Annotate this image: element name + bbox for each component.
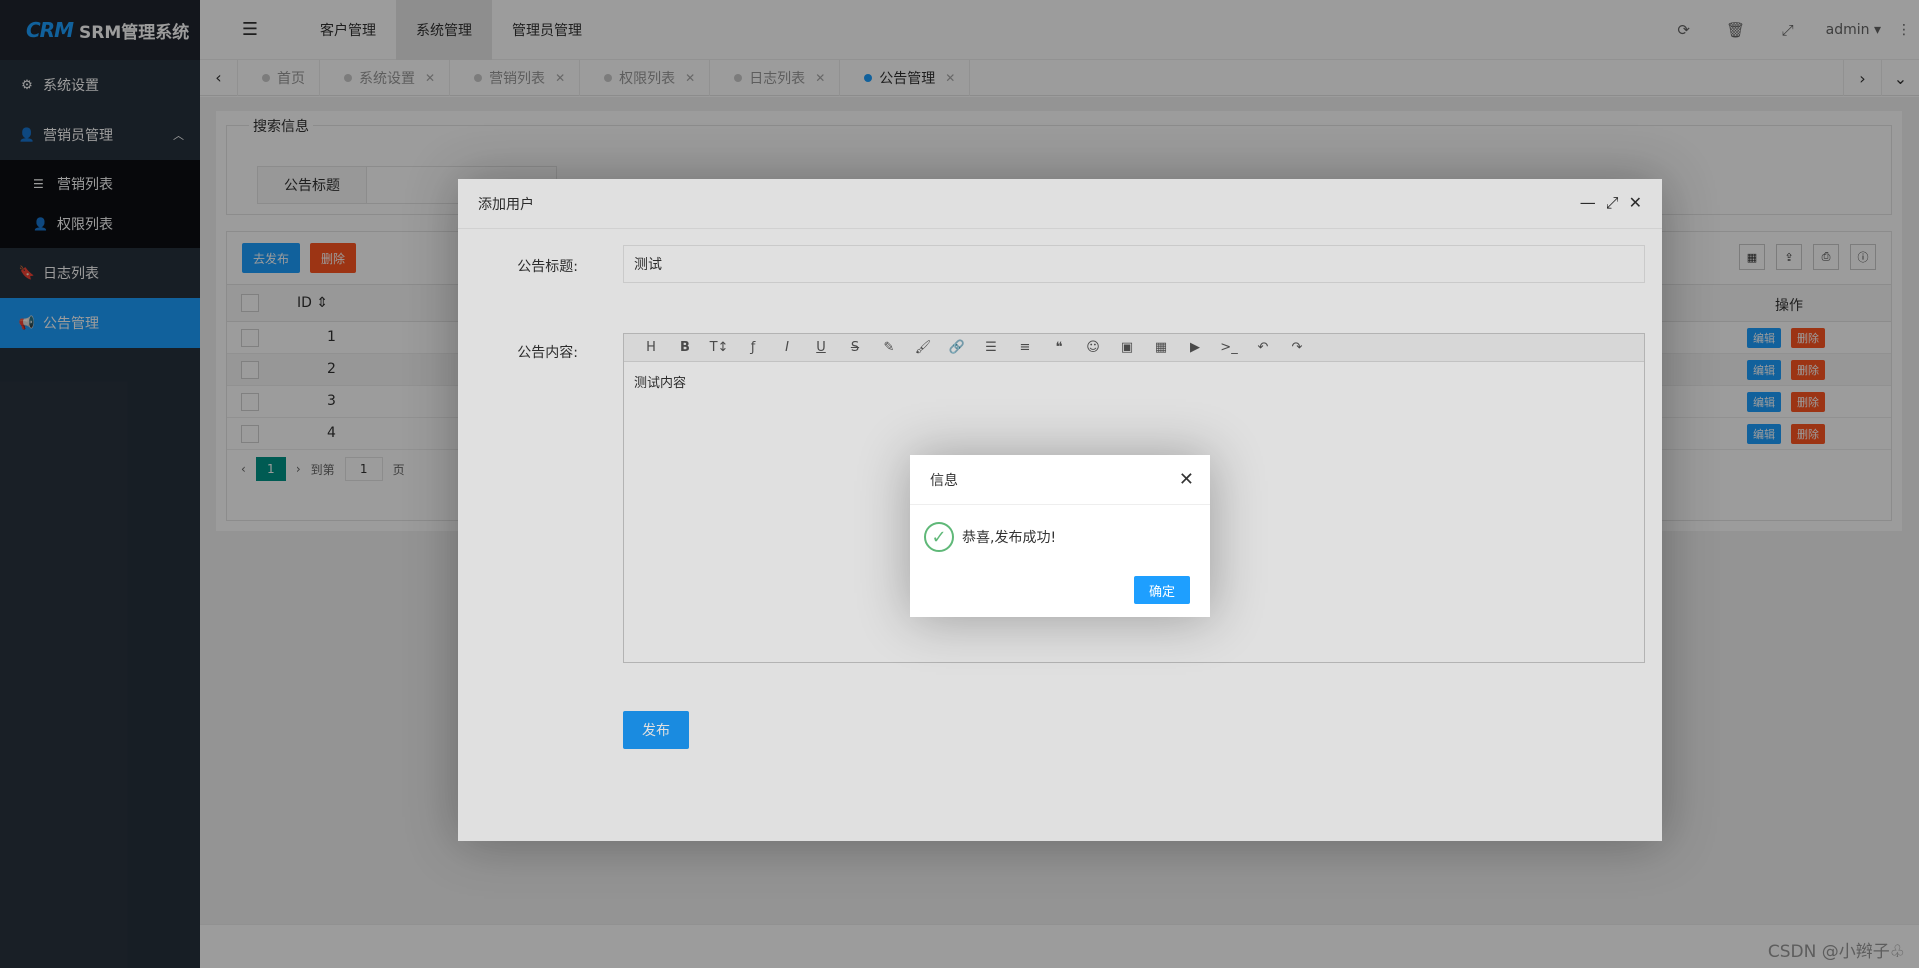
dialog-title: 信息: [930, 472, 958, 489]
dialog-message: 恭喜,发布成功!: [962, 530, 1057, 546]
success-dialog: 信息 ✕ ✓ 恭喜,发布成功! 确定: [910, 455, 1210, 617]
dialog-header: 信息 ✕: [910, 455, 1210, 505]
close-icon[interactable]: ✕: [1179, 469, 1194, 490]
check-circle-icon: ✓: [924, 522, 954, 552]
ok-button[interactable]: 确定: [1133, 576, 1190, 604]
dialog-body: ✓ 恭喜,发布成功!: [924, 522, 1056, 552]
